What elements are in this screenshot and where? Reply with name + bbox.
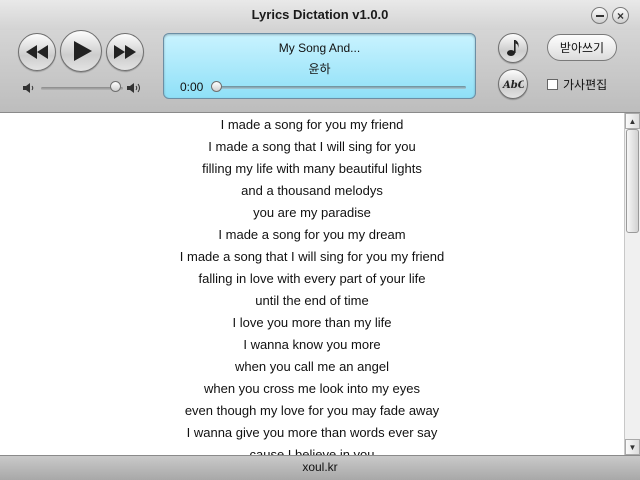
status-text: xoul.kr [302, 460, 338, 474]
edit-lyrics-label: 가사편집 [563, 77, 608, 92]
lyric-line: you are my paradise [253, 205, 371, 220]
lyric-line: I love you more than my life [232, 315, 392, 330]
close-button[interactable]: × [612, 7, 629, 24]
scroll-thumb[interactable] [626, 129, 639, 233]
edit-lyrics-checkbox[interactable] [547, 78, 558, 90]
lyric-line: and a thousand melodys [241, 183, 383, 198]
volume-slider-knob[interactable] [109, 81, 121, 92]
spell-check-button[interactable]: AbC [498, 69, 528, 99]
svg-text:AbC: AbC [502, 80, 524, 91]
lyric-line: I made a song that I will sing for you m… [179, 249, 445, 264]
fast-forward-icon [114, 45, 136, 59]
speaker-high-icon [127, 83, 140, 93]
lyric-line: when you call me an angel [235, 359, 389, 374]
dictation-button[interactable]: 받아쓰기 [547, 34, 617, 61]
lyric-line: I wanna know you more [243, 337, 381, 352]
minimize-button[interactable] [591, 7, 608, 24]
close-icon: × [616, 8, 624, 23]
rewind-button[interactable] [18, 33, 56, 71]
lyric-line: even though my love for you may fade awa… [184, 403, 440, 418]
artist-name: 윤하 [308, 62, 331, 76]
play-button[interactable] [60, 30, 102, 72]
lyrics-scrollbar[interactable]: ▲ ▼ [624, 113, 640, 455]
status-bar: xoul.kr [0, 455, 640, 480]
music-note-icon [507, 40, 519, 56]
speaker-low-icon [23, 83, 34, 93]
lyrics-list: I made a song for you my friend I made a … [0, 114, 624, 455]
scroll-down-arrow[interactable]: ▼ [625, 439, 640, 455]
lyric-line: cause I believe in you [249, 447, 375, 455]
lyric-line: when you cross me look into my eyes [203, 381, 421, 396]
scroll-up-arrow[interactable]: ▲ [625, 113, 640, 129]
lyric-line: I made a song for you my friend [220, 117, 404, 132]
play-icon [74, 41, 92, 61]
lyrics-view[interactable]: I made a song for you my friend I made a … [0, 113, 624, 455]
progress-knob[interactable] [211, 81, 222, 92]
lyric-line: falling in love with every part of your … [198, 271, 426, 286]
elapsed-time: 0:00 [180, 80, 204, 94]
window-title: Lyrics Dictation v1.0.0 [251, 7, 389, 22]
now-playing-display: My Song And... 윤하 0:00 [163, 33, 476, 99]
volume-control [23, 80, 145, 96]
minimize-icon [595, 14, 604, 17]
title-bar: Lyrics Dictation v1.0.0 × [0, 0, 640, 30]
lyric-line: until the end of time [255, 293, 369, 308]
fast-forward-button[interactable] [106, 33, 144, 71]
song-title: My Song And... [278, 41, 361, 55]
music-note-button[interactable] [498, 33, 528, 63]
lyric-line: I made a song that I will sing for you [208, 139, 416, 154]
progress-track[interactable] [214, 86, 466, 89]
lyric-line: I made a song for you my dream [218, 227, 406, 242]
lyric-line: filling my life with many beautiful ligh… [202, 161, 422, 176]
rewind-icon [26, 45, 48, 59]
lyric-line: I wanna give you more than words ever sa… [186, 425, 438, 440]
edit-lyrics-toggle[interactable]: 가사편집 [547, 76, 607, 92]
app-window: Lyrics Dictation v1.0.0 × My Song And...… [0, 0, 640, 480]
abc-icon: AbC [502, 80, 524, 91]
